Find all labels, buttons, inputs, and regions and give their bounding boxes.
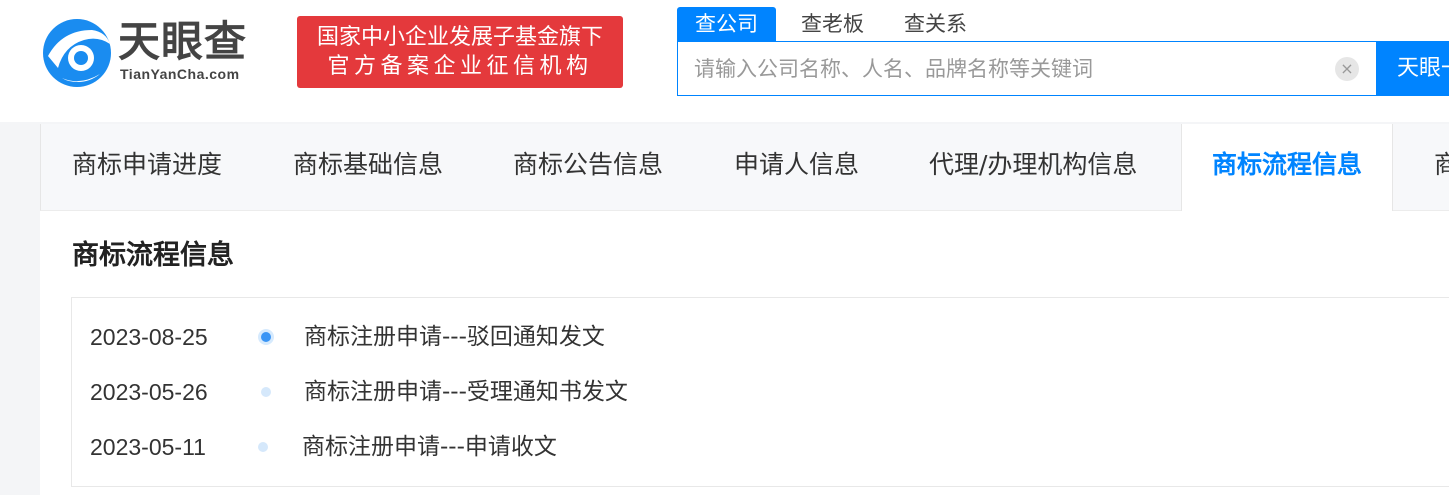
page: 天眼查 TianYanCha.com 国家中小企业发展子基金旗下 官方备案企业征… bbox=[0, 0, 1449, 495]
tab-basic-info[interactable]: 商标基础信息 bbox=[293, 124, 443, 210]
timeline-item: 2023-08-25 商标注册申请---驳回通知发文 bbox=[72, 317, 1072, 357]
clear-icon[interactable]: × bbox=[1335, 57, 1359, 81]
logo-name-cn: 天眼查 bbox=[118, 17, 248, 66]
tab-application-progress[interactable]: 商标申请进度 bbox=[72, 124, 222, 210]
search-tab-boss[interactable]: 查老板 bbox=[801, 7, 864, 41]
search-box: × bbox=[677, 41, 1377, 96]
process-timeline: 2023-08-25 商标注册申请---驳回通知发文 2023-05-26 商标… bbox=[71, 297, 1449, 487]
search-tab-company[interactable]: 查公司 bbox=[677, 7, 776, 41]
timeline-item: 2023-05-26 商标注册申请---受理通知书发文 bbox=[72, 372, 1072, 412]
search-button[interactable]: 天眼一下 bbox=[1377, 41, 1449, 96]
timeline-text: 商标注册申请---受理通知书发文 bbox=[304, 379, 628, 405]
timeline-text: 商标注册申请---申请收文 bbox=[302, 434, 557, 460]
tab-announcement-info[interactable]: 商标公告信息 bbox=[513, 124, 663, 210]
trademark-tabs: 商标申请进度 商标基础信息 商标公告信息 申请人信息 代理/办理机构信息 商标流… bbox=[40, 124, 1449, 211]
tab-process-info[interactable]: 商标流程信息 bbox=[1181, 124, 1394, 211]
badge-line-1: 国家中小企业发展子基金旗下 bbox=[316, 25, 603, 50]
section-title: 商标流程信息 bbox=[72, 240, 234, 271]
timeline-text: 商标注册申请---驳回通知发文 bbox=[304, 324, 605, 350]
timeline-item: 2023-05-11 商标注册申请---申请收文 bbox=[72, 427, 1072, 467]
timeline-date: 2023-05-11 bbox=[90, 434, 206, 460]
timeline-date: 2023-05-26 bbox=[90, 379, 208, 405]
official-badge: 国家中小企业发展子基金旗下 官方备案企业征信机构 bbox=[297, 16, 623, 88]
tianyancha-logo[interactable]: 天眼查 TianYanCha.com bbox=[40, 16, 280, 92]
process-info-panel: 商标流程信息 2023-08-25 商标注册申请---驳回通知发文 2023-0… bbox=[40, 211, 1449, 495]
timeline-date: 2023-08-25 bbox=[90, 324, 208, 350]
eye-logo-icon bbox=[43, 19, 111, 87]
search-input[interactable] bbox=[678, 42, 1318, 95]
tab-applicant-info[interactable]: 申请人信息 bbox=[734, 124, 859, 210]
timeline-dot-icon bbox=[261, 332, 271, 342]
tab-agency-info[interactable]: 代理/办理机构信息 bbox=[929, 124, 1137, 210]
search-tab-relation[interactable]: 查关系 bbox=[904, 7, 967, 41]
tab-more[interactable]: 商标 bbox=[1434, 124, 1449, 210]
timeline-dot-icon bbox=[261, 387, 271, 397]
logo-name-en: TianYanCha.com bbox=[120, 66, 240, 82]
site-header: 天眼查 TianYanCha.com 国家中小企业发展子基金旗下 官方备案企业征… bbox=[0, 0, 1449, 122]
timeline-dot-icon bbox=[258, 442, 268, 452]
badge-line-2: 官方备案企业征信机构 bbox=[327, 54, 593, 79]
